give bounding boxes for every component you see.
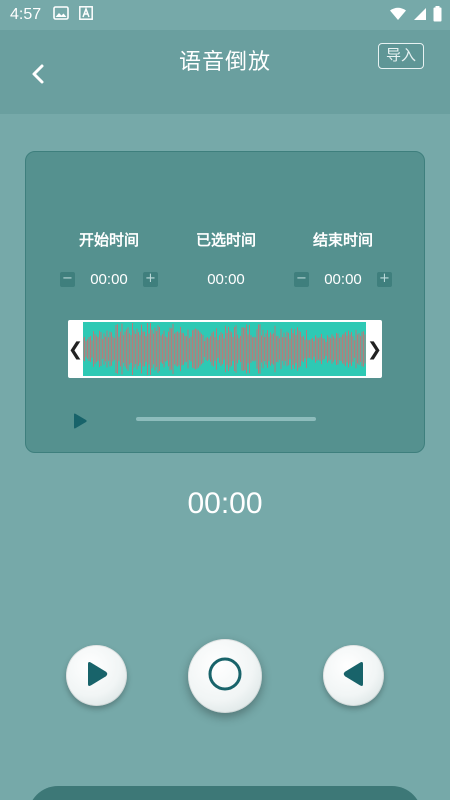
trim-start-handle[interactable]: ❮ — [68, 320, 83, 378]
end-time-group: 结束时间 − 00:00 + — [273, 229, 413, 289]
reverse-play-icon — [342, 661, 366, 691]
start-time-decrease-button[interactable]: − — [60, 271, 75, 287]
app-header: 语音倒放 导入 — [0, 30, 450, 114]
wifi-icon — [389, 7, 407, 26]
play-icon — [72, 413, 88, 433]
status-right-icons — [389, 6, 442, 27]
play-button[interactable] — [66, 645, 127, 706]
end-time-increase-button[interactable]: + — [377, 271, 392, 287]
battery-icon — [433, 6, 442, 27]
current-time-display: 00:00 — [187, 487, 263, 520]
playback-progress-bar[interactable] — [136, 417, 316, 421]
trim-panel: 开始时间 − 00:00 + 已选时间 00:00 结束时间 − 00:00 +… — [25, 151, 425, 453]
record-icon — [207, 656, 243, 696]
preview-play-button[interactable] — [72, 413, 88, 429]
play-icon — [85, 661, 109, 691]
waveform-selector[interactable]: ❮ ❯ — [68, 320, 382, 378]
font-app-icon — [79, 5, 94, 25]
waveform-graphic — [83, 323, 366, 375]
reverse-play-button[interactable] — [323, 645, 384, 706]
trim-end-handle[interactable]: ❯ — [367, 320, 382, 378]
status-bar: 4:57 — [0, 0, 450, 30]
selected-time-value: 00:00 — [207, 270, 245, 288]
record-button[interactable] — [188, 639, 262, 713]
end-time-decrease-button[interactable]: − — [294, 271, 309, 287]
import-button[interactable]: 导入 — [378, 43, 424, 69]
bottom-sheet[interactable] — [28, 786, 422, 800]
gallery-icon — [53, 5, 69, 25]
status-time: 4:57 — [10, 6, 42, 23]
waveform — [83, 322, 366, 376]
signal-icon — [413, 7, 427, 26]
end-time-value: 00:00 — [324, 270, 362, 288]
start-time-value: 00:00 — [90, 270, 128, 288]
end-time-label: 结束时间 — [312, 231, 373, 249]
